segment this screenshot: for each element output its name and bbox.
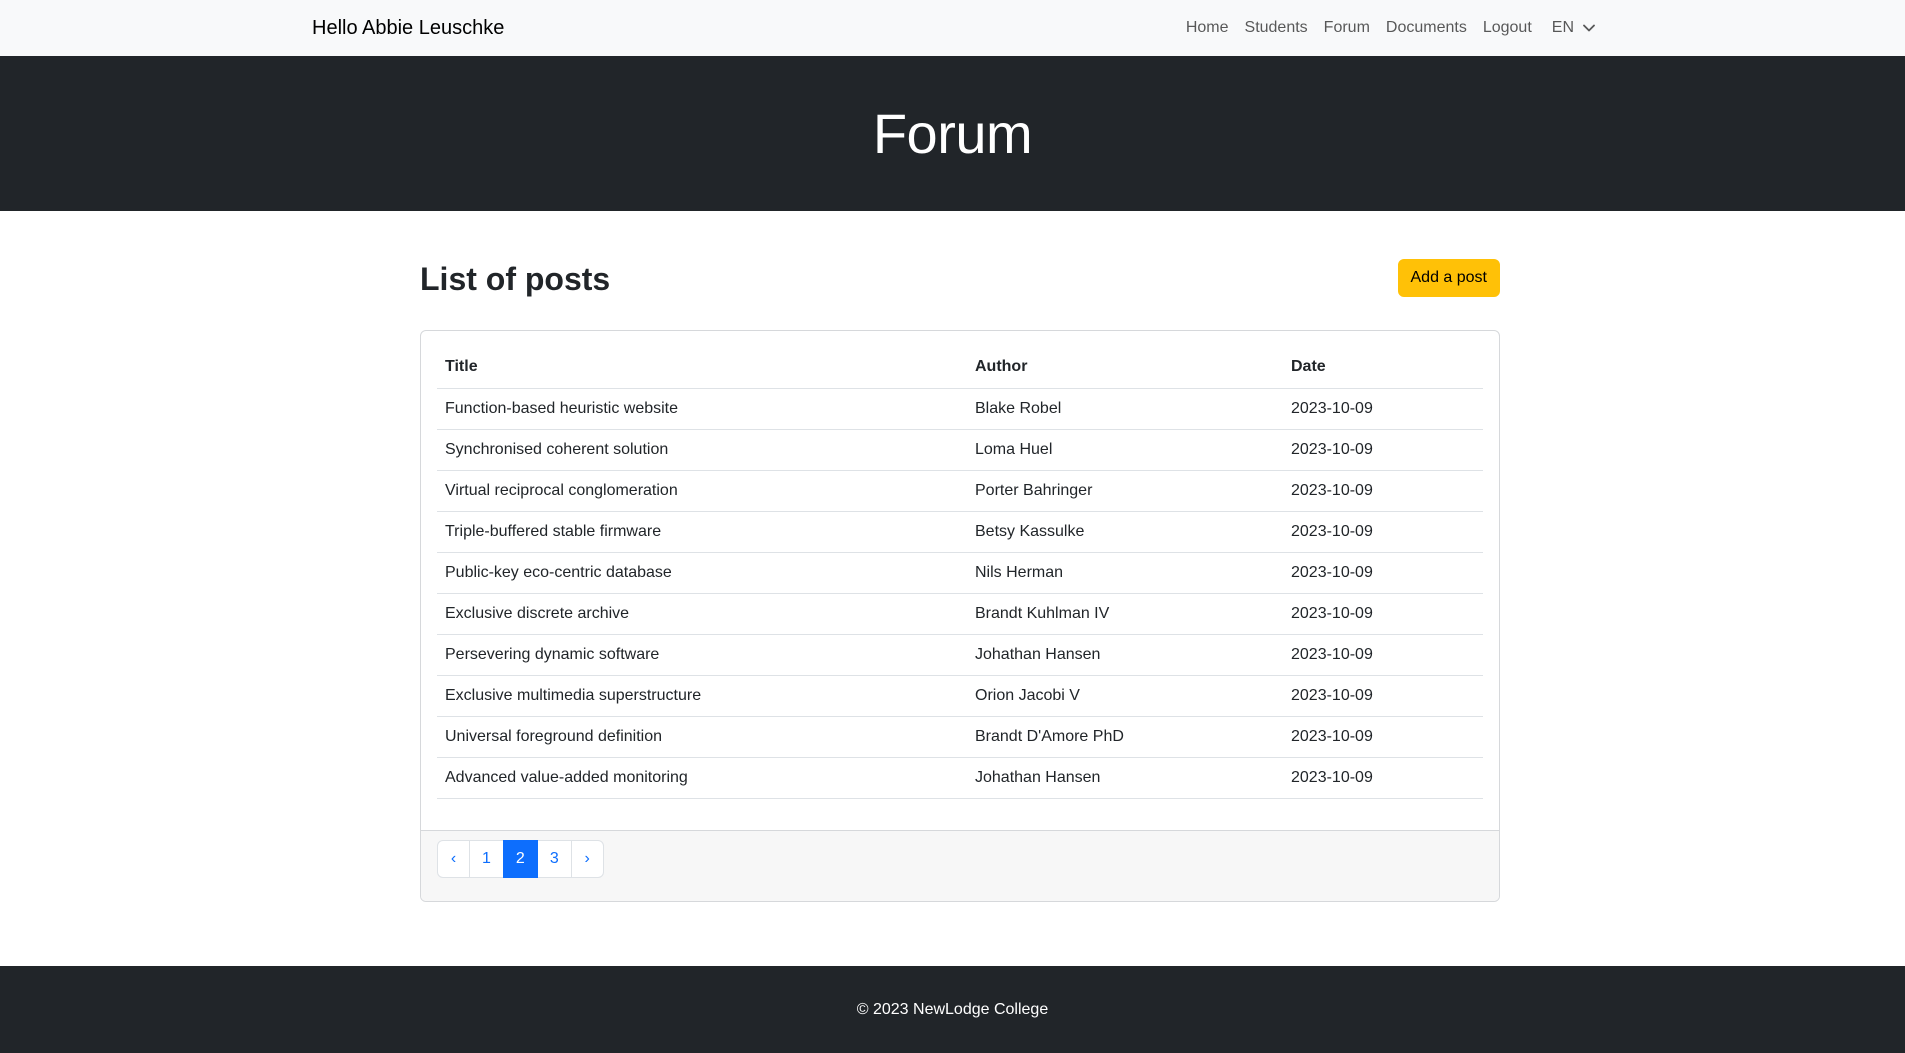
post-title-cell[interactable]: Universal foreground definition	[437, 716, 967, 758]
nav-link-documents[interactable]: Documents	[1386, 19, 1467, 37]
post-date-cell: 2023-10-09	[1283, 388, 1483, 430]
post-title-cell[interactable]: Triple-buffered stable firmware	[437, 511, 967, 553]
posts-table: Title Author Date Function-based heurist…	[437, 347, 1483, 799]
post-title-cell[interactable]: Synchronised coherent solution	[437, 429, 967, 471]
post-author-cell: Blake Robel	[967, 388, 1283, 430]
pagination-page-1[interactable]: 1	[469, 840, 504, 878]
post-date-cell: 2023-10-09	[1283, 429, 1483, 471]
post-author-cell: Brandt D'Amore PhD	[967, 716, 1283, 758]
table-row[interactable]: Universal foreground definition Brandt D'…	[437, 716, 1483, 758]
post-date-cell: 2023-10-09	[1283, 716, 1483, 758]
posts-card-footer: ‹ 1 2 3 ›	[421, 830, 1499, 901]
posts-table-body: Function-based heuristic website Blake Ro…	[437, 388, 1483, 799]
table-row[interactable]: Persevering dynamic software Johathan Han…	[437, 634, 1483, 676]
nav-link-home[interactable]: Home	[1186, 19, 1229, 37]
column-header-date: Date	[1283, 347, 1483, 389]
post-date-cell: 2023-10-09	[1283, 634, 1483, 676]
page-footer: © 2023 NewLodge College	[0, 966, 1905, 1053]
page-title: Forum	[872, 102, 1033, 165]
section-heading: List of posts	[420, 261, 611, 297]
post-title-cell[interactable]: Persevering dynamic software	[437, 634, 967, 676]
column-header-title: Title	[437, 347, 967, 389]
language-label: EN	[1551, 19, 1574, 36]
post-date-cell: 2023-10-09	[1283, 552, 1483, 594]
post-title-cell[interactable]: Exclusive multimedia superstructure	[437, 675, 967, 717]
nav-links: Home Students Forum Documents Logout EN	[1170, 0, 1595, 56]
pagination-page-2-current[interactable]: 2	[502, 840, 538, 878]
post-date-cell: 2023-10-09	[1283, 757, 1483, 799]
post-date-cell: 2023-10-09	[1283, 675, 1483, 717]
table-row[interactable]: Virtual reciprocal conglomeration Porter …	[437, 470, 1483, 512]
post-title-cell[interactable]: Exclusive discrete archive	[437, 593, 967, 635]
posts-card: Title Author Date Function-based heurist…	[420, 330, 1500, 902]
post-date-cell: 2023-10-09	[1283, 511, 1483, 553]
table-row[interactable]: Public-key eco-centric database Nils Herm…	[437, 552, 1483, 594]
pagination-prev-button[interactable]: ‹	[437, 840, 470, 878]
post-title-cell[interactable]: Public-key eco-centric database	[437, 552, 967, 594]
add-post-button[interactable]: Add a post	[1397, 259, 1500, 297]
post-author-cell: Nils Herman	[967, 552, 1283, 594]
nav-link-logout[interactable]: Logout	[1483, 19, 1532, 37]
language-dropdown[interactable]: EN	[1552, 19, 1595, 37]
post-author-cell: Orion Jacobi V	[967, 675, 1283, 717]
table-row[interactable]: Exclusive discrete archive Brandt Kuhlman…	[437, 593, 1483, 635]
top-navbar: Hello Abbie Leuschke Home Students Forum…	[0, 0, 1905, 56]
post-date-cell: 2023-10-09	[1283, 470, 1483, 512]
post-author-cell: Betsy Kassulke	[967, 511, 1283, 553]
post-author-cell: Johathan Hansen	[967, 757, 1283, 799]
nav-link-students[interactable]: Students	[1245, 19, 1308, 37]
posts-card-body: Title Author Date Function-based heurist…	[437, 347, 1483, 799]
page-header: Forum	[0, 56, 1905, 211]
table-row[interactable]: Function-based heuristic website Blake Ro…	[437, 388, 1483, 430]
chevron-down-icon	[1583, 24, 1595, 32]
posts-header: List of posts Add a post	[420, 255, 1500, 301]
copyright-text: © 2023 NewLodge College	[856, 1001, 1049, 1018]
column-header-author: Author	[967, 347, 1283, 389]
table-row[interactable]: Advanced value-added monitoring Johathan …	[437, 757, 1483, 799]
table-row[interactable]: Exclusive multimedia superstructure Orion…	[437, 675, 1483, 717]
post-date-cell: 2023-10-09	[1283, 593, 1483, 635]
table-row[interactable]: Synchronised coherent solution Loma Huel 2…	[437, 429, 1483, 471]
post-title-cell[interactable]: Function-based heuristic website	[437, 388, 967, 430]
pagination-page-3[interactable]: 3	[536, 840, 572, 878]
table-row[interactable]: Triple-buffered stable firmware Betsy Kas…	[437, 511, 1483, 553]
post-author-cell: Porter Bahringer	[967, 470, 1283, 512]
pagination: ‹ 1 2 3 ›	[437, 840, 604, 878]
post-author-cell: Loma Huel	[967, 429, 1283, 471]
nav-link-forum[interactable]: Forum	[1324, 19, 1370, 37]
navbar-brand[interactable]: Hello Abbie Leuschke	[312, 0, 504, 56]
post-author-cell: Johathan Hansen	[967, 634, 1283, 676]
table-header-row: Title Author Date	[437, 347, 1483, 389]
post-author-cell: Brandt Kuhlman IV	[967, 593, 1283, 635]
post-title-cell[interactable]: Advanced value-added monitoring	[437, 757, 967, 799]
pagination-next-button[interactable]: ›	[570, 840, 604, 878]
post-title-cell[interactable]: Virtual reciprocal conglomeration	[437, 470, 967, 512]
